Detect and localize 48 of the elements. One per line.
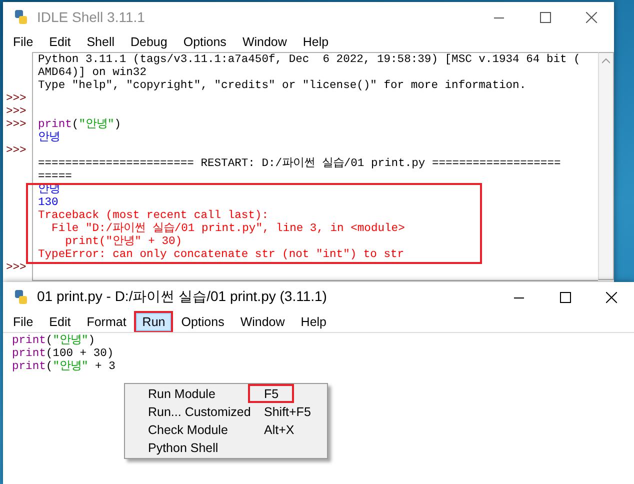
python-icon [13,9,29,25]
menu-option[interactable]: Check Module [125,423,264,437]
shortcut-label: Shift+F5 [264,405,311,419]
maximize-icon[interactable] [560,292,570,302]
menu-item[interactable]: Options [175,313,230,331]
code-line: print(100 + 30) [12,348,115,360]
menu-option[interactable]: Python Shell [125,441,264,455]
prompt-marker: >>> [5,106,28,119]
menu-item[interactable]: File [7,313,40,331]
shortcut-label: F5 [264,387,279,401]
shortcut-label: Alt+X [264,423,294,437]
menu-item[interactable]: File [7,33,40,51]
window-title: IDLE Shell 3.11.1 [37,9,145,25]
shell-line: Traceback (most recent call last): [38,210,270,222]
menu-option[interactable]: Run Module [125,387,264,401]
prompt-marker: >>> [5,145,28,158]
menu-option[interactable]: Run... Customized [125,405,264,419]
shell-line: print("안녕") [38,119,122,131]
shell-line: print("안녕" + 30) [64,236,184,248]
shell-line: 130 [38,197,60,210]
menu-item[interactable]: Help [296,33,335,51]
menu-item[interactable]: Run [136,313,172,331]
shell-line: TypeError: can only concatenate str (not "int") to str [38,249,406,262]
prompt-marker: >>> [5,119,28,132]
prompt-marker: >>> [5,93,28,106]
close-icon[interactable] [606,292,616,302]
menu-item[interactable]: Edit [43,313,77,331]
menu-item[interactable]: Edit [43,33,77,51]
shell-line: AMD64)] on win32 [38,67,148,80]
prompt-marker: >>> [5,262,28,275]
menu-item[interactable]: Debug [124,33,174,51]
scrollbar[interactable] [598,52,614,280]
code-line: print("안녕" + 3 [12,361,116,374]
code-line: print("안녕") [12,335,96,348]
shell-line: 안녕 [38,132,61,145]
shell-line: ===== [38,171,73,184]
menu-item[interactable]: Help [294,313,333,331]
menu-item[interactable]: Shell [80,33,120,51]
shell-line: File "D:/파이썬 실습/01 print.py", line 3, in <module> [50,223,406,235]
shell-line: ======================= RESTART: D:/파이썬 실습/01 print.py =================== [38,158,562,171]
menu-item[interactable]: Options [177,33,232,51]
python-icon [13,289,29,305]
menu-item[interactable]: Window [234,313,291,331]
shell-line: Python 3.11.1 (tags/v3.11.1:a7a450f, Dec 6 2022, 19:58:39) [MSC v.1934 64 bit ( [38,54,582,66]
menu-item[interactable]: Window [236,33,293,51]
shell-line: Type "help", "copyright", "credits" or "license()" for more information. [38,80,528,93]
window-title: 01 print.py - D:/파이썬 실습/01 print.py (3.11.1) [37,288,327,306]
menu-item[interactable]: Format [80,313,132,331]
